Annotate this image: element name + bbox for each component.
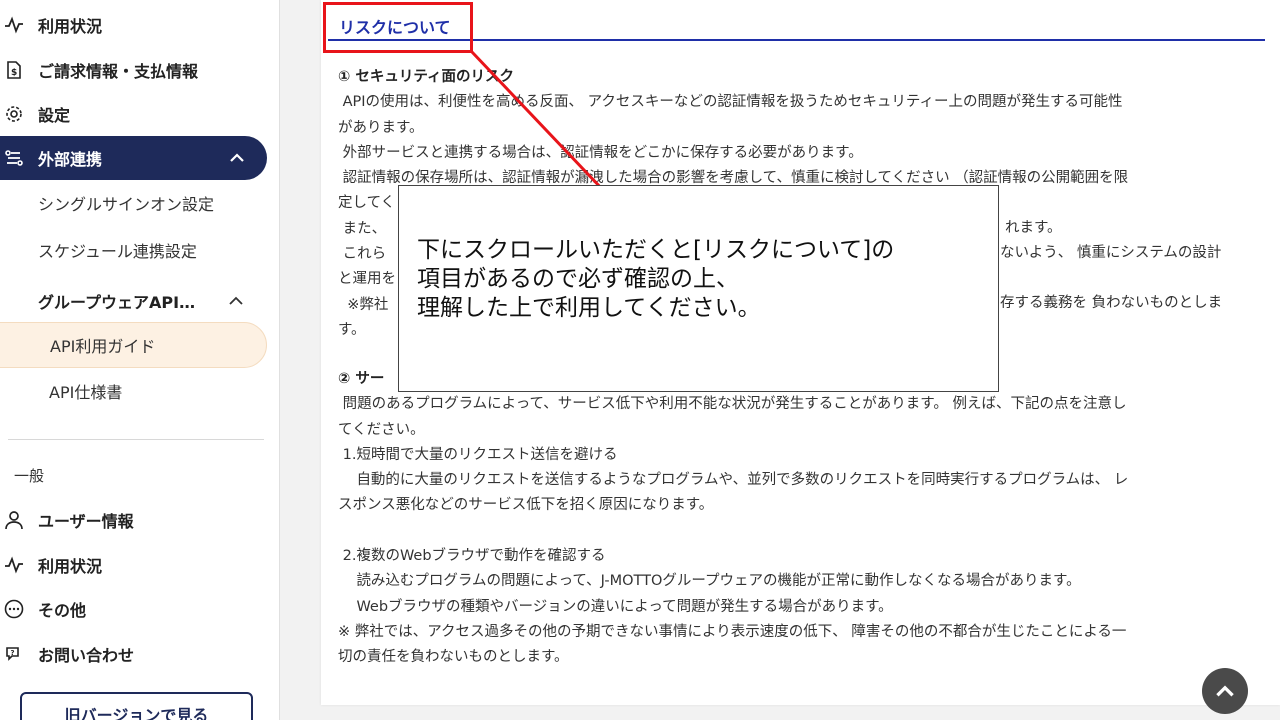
chevron-up-icon[interactable]	[226, 291, 246, 315]
paragraph-line: 2.複数のWebブラウザで動作を確認する	[338, 548, 606, 565]
sidebar-item-label: お問い合わせ	[38, 646, 135, 665]
sidebar-item-user-info[interactable]: ユーザー情報	[0, 498, 134, 542]
sidebar-subitem-label: API利用ガイド	[50, 337, 156, 356]
paragraph-line: また、	[338, 220, 387, 237]
paragraph-line-right: れます。	[1005, 220, 1062, 236]
paragraph-line: 1.短時間で大量のリクエスト送信を避ける	[338, 446, 618, 463]
paragraph-line: 問題のあるプログラムによって、サービス低下や利用不能な状況が発生することがありま…	[338, 396, 1127, 413]
sidebar-item-label: 利用状況	[38, 17, 103, 36]
paragraph-line: ※ 弊社では、アクセス過多その他の予期できない事情により表示速度の低下、 障害そ…	[338, 623, 1127, 640]
sidebar-item-billing[interactable]: $ ご請求情報・支払情報	[0, 48, 198, 92]
paragraph-line: と運用を	[338, 271, 396, 288]
sidebar-item-settings[interactable]: 設定	[0, 92, 70, 136]
sidebar-subitem-api-guide[interactable]: API利用ガイド	[0, 322, 267, 368]
paragraph-line: 切の責任を負わないものとします。	[338, 649, 569, 666]
annotation-callout: 下にスクロールいただくと[リスクについて]の 項目があるので必ず確認の上、 理解…	[398, 185, 999, 392]
sidebar-subitem-groupware-api[interactable]: グループウェアAPI…	[38, 289, 195, 313]
paragraph-line: Webブラウザの種類やバージョンの違いによって問題が発生する場合があります。	[338, 598, 893, 615]
paragraph-line: スポンス悪化などのサービス低下を招く原因になります。	[338, 497, 714, 514]
paragraph-line: す。	[338, 321, 366, 338]
paragraph-line: 認証情報の保存場所は、認証情報が漏洩した場合の影響を考慮して、慎重に検討してくだ…	[338, 170, 1129, 187]
risk-text-block-2: ② サー 問題のあるプログラムによって、サービス低下や利用不能な状況が発生するこ…	[338, 367, 1268, 671]
chevron-up-icon[interactable]	[227, 148, 247, 172]
sidebar-item-label: 設定	[38, 106, 71, 125]
activity-icon	[0, 555, 28, 575]
sidebar-item-integration[interactable]: 外部連携	[0, 136, 267, 180]
paragraph-line: APIの使用は、利便性を高める反面、 アクセスキーなどの認証情報を扱うためセキュ…	[338, 94, 1123, 111]
sidebar-item-usage[interactable]: 利用状況	[0, 3, 102, 47]
user-icon	[0, 510, 28, 530]
svg-text:$: $	[11, 68, 17, 78]
activity-icon	[0, 15, 28, 35]
heading-service-risk: ② サー	[338, 371, 385, 387]
callout-line: 項目があるので必ず確認の上、	[417, 266, 739, 292]
svg-text:?: ?	[11, 649, 15, 657]
sidebar-divider	[8, 439, 264, 440]
paragraph-line: 自動的に大量のリクエストを送信するようなプログラムや、並列で多数のリクエストを同…	[338, 472, 1129, 489]
old-version-button[interactable]: 旧バージョンで見る	[20, 692, 253, 720]
sidebar-item-contact[interactable]: ? お問い合わせ	[0, 632, 134, 676]
paragraph-line: てください。	[338, 421, 425, 438]
paragraph-line-right: 存する義務を 負わないものとしま	[1000, 295, 1223, 311]
sidebar-item-label: ご請求情報・支払情報	[38, 62, 199, 81]
paragraph-line: ※弊社	[338, 296, 389, 313]
heading-security-risk: ① セキュリティ面のリスク	[338, 69, 514, 85]
paragraph-line: 外部サービスと連携する場合は、認証情報をどこかに保存する必要があります。	[338, 144, 863, 161]
sidebar-item-label: その他	[38, 601, 87, 620]
sidebar-subitem-schedule[interactable]: スケジュール連携設定	[38, 238, 197, 262]
chevron-up-icon	[1216, 685, 1234, 697]
contact-icon: ?	[0, 644, 28, 664]
paragraph-line: があります。	[338, 119, 424, 136]
callout-line: 理解した上で利用してください。	[417, 295, 761, 321]
integration-icon	[0, 148, 28, 168]
paragraph-line: 定してく	[338, 195, 396, 212]
gear-icon	[0, 104, 28, 124]
sidebar-item-label: 利用状況	[38, 557, 103, 576]
callout-line: 下にスクロールいただくと[リスクについて]の	[417, 237, 895, 263]
paragraph-line: これら	[338, 246, 387, 263]
sidebar-subitem-api-spec[interactable]: API仕様書	[49, 379, 122, 403]
sidebar-subitem-sso[interactable]: シングルサインオン設定	[38, 191, 214, 215]
invoice-icon: $	[0, 60, 28, 80]
highlight-box	[323, 2, 473, 53]
more-icon	[0, 599, 28, 619]
sidebar-item-label: ユーザー情報	[38, 512, 134, 531]
paragraph-line-right: ないよう、 慎重にシステムの設計	[1000, 245, 1222, 261]
sidebar-section-general: 一般	[14, 467, 45, 485]
sidebar: 利用状況 $ ご請求情報・支払情報 設定 外部連携 シングルサインオン設定 スケ…	[0, 0, 280, 720]
paragraph-line: 読み込むプログラムの問題によって、J-MOTTOグループウェアの機能が正常に動作…	[338, 573, 1081, 590]
sidebar-item-usage-general[interactable]: 利用状況	[0, 543, 102, 587]
scroll-to-top-button[interactable]	[1202, 668, 1248, 714]
sidebar-item-other[interactable]: その他	[0, 587, 86, 631]
sidebar-item-label: 外部連携	[38, 150, 103, 169]
